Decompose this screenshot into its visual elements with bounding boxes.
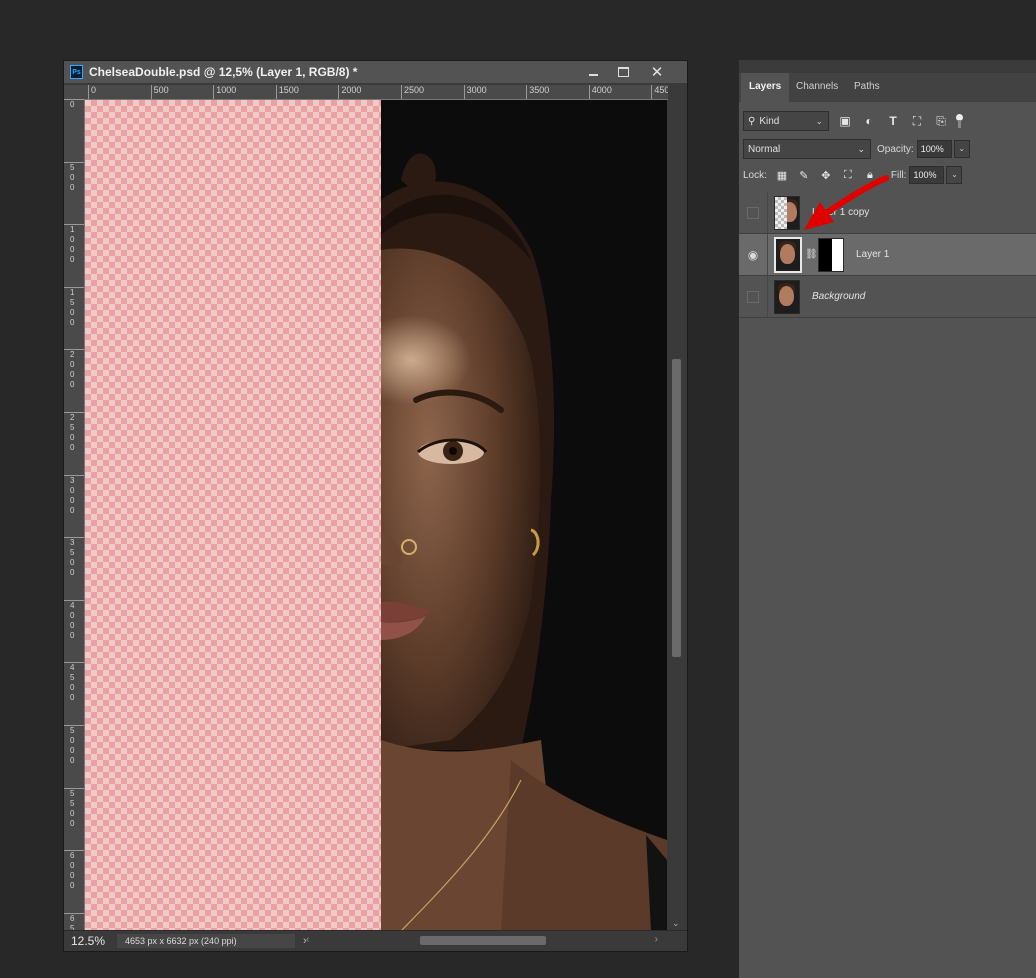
- search-icon: ⚲: [748, 115, 756, 127]
- layer-mask-thumbnail[interactable]: [818, 237, 844, 272]
- lock-label: Lock:: [743, 169, 767, 181]
- layer-filter-row: ⚲ Kind ⌄ ▣ ◐ T ⛶ ⎘: [743, 110, 963, 132]
- vertical-scroll-thumb[interactable]: [672, 359, 681, 657]
- ruler-v-tick: 3 0 0 0: [64, 474, 84, 537]
- opacity-label: Opacity:: [877, 143, 914, 155]
- horizontal-scrollbar[interactable]: ‹ ›: [306, 934, 658, 947]
- link-chain-icon[interactable]: ⛓: [805, 249, 818, 260]
- ruler-h-tick: 2000: [338, 85, 361, 99]
- layer-name[interactable]: Layer 1: [856, 249, 889, 260]
- scroll-left-arrow-icon[interactable]: ‹: [306, 934, 309, 945]
- ruler-h-tick: 3000: [463, 85, 487, 99]
- blend-row: Normal ⌄ Opacity: 100% ⌄: [743, 138, 970, 160]
- ruler-h-tick: 2500: [401, 85, 424, 99]
- ruler-v-tick: 3 5 0 0: [64, 537, 84, 599]
- blend-mode-value: Normal: [748, 143, 781, 155]
- document-window: Ps ChelseaDouble.psd @ 12,5% (Layer 1, R…: [63, 60, 688, 952]
- panel-tabs: Layers Channels Paths: [739, 60, 1036, 102]
- ruler-v-tick: 1 5 0 0: [64, 286, 84, 349]
- ruler-h-tick: 500: [150, 85, 169, 99]
- type-filter-icon[interactable]: T: [885, 113, 901, 129]
- ruler-v-tick: 6 5: [64, 912, 84, 931]
- ruler-v-tick: 2 5 0 0: [64, 412, 84, 474]
- ruler-h-tick: 3500: [526, 85, 549, 99]
- lock-transparent-pixels-icon[interactable]: ▦: [775, 168, 789, 182]
- ruler-v-tick: 4 0 0 0: [64, 599, 84, 662]
- panel-header-bar[interactable]: [739, 60, 1036, 73]
- visibility-toggle-off[interactable]: [739, 192, 768, 233]
- adjustment-filter-icon[interactable]: ◐: [861, 113, 877, 129]
- portrait-thumbnail-face: [780, 243, 795, 264]
- horizontal-ruler[interactable]: 0 500 1000 1500 2000 2500 3000 3500 4000 450: [84, 85, 668, 100]
- ruler-corner[interactable]: [64, 85, 84, 99]
- vertical-ruler[interactable]: 05 0 01 0 0 01 5 0 02 0 0 02 5 0 03 0 0 …: [64, 99, 85, 931]
- ruler-v-tick: 1 0 0 0: [64, 224, 84, 286]
- opacity-input[interactable]: 100%: [916, 140, 952, 158]
- portrait-half-face: [351, 100, 667, 931]
- layer-name[interactable]: Background: [812, 291, 865, 302]
- document-title-bar[interactable]: Ps ChelseaDouble.psd @ 12,5% (Layer 1, R…: [64, 61, 687, 83]
- ruler-v-tick: 6 0 0 0: [64, 850, 84, 912]
- fill-input[interactable]: 100%: [909, 166, 945, 184]
- status-bar: 12.5% 4653 px x 6632 px (240 ppi) › ‹ ›: [64, 930, 687, 951]
- filter-toggle-switch[interactable]: [955, 114, 963, 128]
- tab-channels[interactable]: Channels: [788, 73, 846, 102]
- ruler-h-tick: 0: [88, 85, 96, 99]
- smart-object-filter-icon[interactable]: ⎘: [933, 113, 949, 129]
- ruler-h-tick: 1500: [275, 85, 299, 99]
- scroll-right-arrow-icon[interactable]: ›: [655, 934, 658, 945]
- fill-label: Fill:: [890, 169, 907, 181]
- portrait-thumbnail-face: [779, 285, 794, 306]
- document-info: 4653 px x 6632 px (240 ppi): [117, 934, 295, 948]
- ruler-v-tick: 5 5 0 0: [64, 787, 84, 850]
- opacity-dropdown-icon[interactable]: ⌄: [953, 140, 970, 158]
- vertical-scrollbar[interactable]: ⌄: [668, 85, 685, 931]
- photoshop-icon: Ps: [70, 65, 83, 79]
- ruler-v-tick: 4 5 0 0: [64, 662, 84, 724]
- maximize-button[interactable]: [608, 61, 638, 83]
- chevron-down-icon: ⌄: [815, 115, 823, 126]
- canvas[interactable]: [85, 100, 667, 931]
- chevron-down-icon: ⌄: [857, 143, 865, 154]
- ruler-v-tick: 2 0 0 0: [64, 349, 84, 411]
- filter-kind-select[interactable]: ⚲ Kind ⌄: [743, 111, 829, 131]
- horizontal-scroll-thumb[interactable]: [420, 936, 546, 945]
- layer-row-background[interactable]: Background: [739, 276, 1036, 318]
- transparent-area: [85, 100, 381, 931]
- ruler-h-tick: 1000: [213, 85, 236, 99]
- ruler-v-tick: 0: [64, 99, 84, 161]
- document-title: ChelseaDouble.psd @ 12,5% (Layer 1, RGB/…: [89, 65, 358, 79]
- pixel-filter-icon[interactable]: ▣: [837, 113, 853, 129]
- ruler-v-tick: 5 0 0 0: [64, 725, 84, 787]
- portrait-photo: [351, 100, 667, 931]
- ruler-h-tick: 4000: [588, 85, 612, 99]
- eye-icon[interactable]: ◉: [739, 234, 768, 275]
- minimize-button[interactable]: [578, 61, 608, 83]
- close-button[interactable]: ✕: [642, 61, 672, 83]
- visibility-toggle-off[interactable]: [739, 276, 768, 317]
- ruler-v-tick: 5 0 0: [64, 161, 84, 224]
- scroll-down-arrow-icon[interactable]: ⌄: [672, 918, 680, 929]
- zoom-level-field[interactable]: 12.5%: [71, 934, 111, 948]
- ruler-h-tick: 450: [651, 85, 668, 99]
- fill-dropdown-icon[interactable]: ⌄: [946, 166, 963, 184]
- tab-paths[interactable]: Paths: [846, 73, 888, 102]
- shape-filter-icon[interactable]: ⛶: [909, 113, 925, 129]
- annotation-arrow-icon: [804, 175, 889, 230]
- blend-mode-select[interactable]: Normal ⌄: [743, 139, 871, 159]
- layer-thumbnail[interactable]: [774, 279, 800, 314]
- tab-layers[interactable]: Layers: [741, 73, 790, 102]
- filter-kind-label: Kind: [759, 115, 780, 127]
